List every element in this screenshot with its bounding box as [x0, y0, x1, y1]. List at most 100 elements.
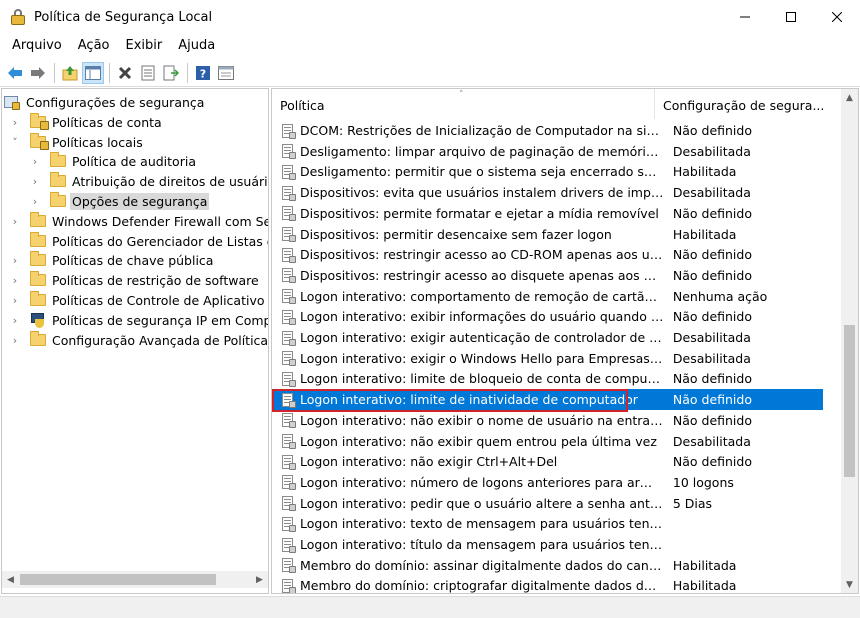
tree-item-security-options[interactable]: › Opções de segurança [28, 191, 210, 211]
table-row[interactable]: Logon interativo: não exigir Ctrl+Alt+De… [272, 451, 823, 472]
security-setting: Não definido [672, 392, 752, 408]
policy-setting-icon [280, 164, 296, 180]
menu-acao[interactable]: Ação [70, 36, 118, 56]
tree-horizontal-scrollbar[interactable]: ◀ ▶ [2, 571, 268, 588]
table-row[interactable]: Logon interativo: exigir autenticação de… [272, 327, 823, 348]
menu-arquivo[interactable]: Arquivo [4, 36, 70, 56]
folder-icon [50, 192, 66, 207]
chevron-right-icon[interactable]: › [8, 273, 22, 287]
properties-button[interactable] [137, 62, 159, 84]
table-row[interactable]: Logon interativo: pedir que o usuário al… [272, 493, 823, 514]
policy-name: Desligamento: permitir que o sistema sej… [300, 164, 664, 180]
chevron-right-icon[interactable]: › [8, 293, 22, 307]
table-row[interactable]: Membro do domínio: criptografar digitalm… [272, 575, 823, 593]
policy-name: Logon interativo: texto de mensagem para… [300, 516, 664, 532]
minimize-button[interactable] [722, 0, 768, 34]
back-button[interactable] [4, 62, 26, 84]
scroll-down-icon[interactable]: ▼ [841, 576, 858, 593]
console-tree-button[interactable] [215, 62, 237, 84]
table-row[interactable]: Logon interativo: título da mensagem par… [272, 534, 823, 555]
policy-list-pane: ˄ Política Configuração de segura... DCO… [271, 88, 859, 594]
table-row[interactable]: Logon interativo: comportamento de remoç… [272, 286, 823, 307]
properties-icon [141, 65, 155, 80]
tree-item-account-policies[interactable]: › Políticas de conta [8, 112, 164, 132]
tree-item-audit-policy[interactable]: › Política de auditoria [28, 151, 198, 171]
chevron-right-icon[interactable]: › [8, 214, 22, 228]
column-header-policy[interactable]: ˄ Política [272, 89, 655, 119]
maximize-button[interactable] [768, 0, 814, 34]
table-row[interactable]: Logon interativo: exibir informações do … [272, 306, 823, 327]
tree-item-security-settings[interactable]: Configurações de segurança [4, 92, 206, 112]
column-header-label: Configuração de segura... [663, 98, 825, 113]
tree-item-advanced-audit[interactable]: › Configuração Avançada de Política de [8, 330, 268, 350]
table-row[interactable]: Logon interativo: exigir o Windows Hello… [272, 348, 823, 369]
table-row[interactable]: Logon interativo: não exibir quem entrou… [272, 431, 823, 452]
tree-item-network-list-policies[interactable]: Políticas do Gerenciador de Listas de I [8, 231, 268, 251]
chevron-right-icon[interactable]: › [8, 115, 22, 129]
policy-setting-icon [280, 495, 296, 512]
folder-icon [30, 251, 46, 266]
scroll-up-icon[interactable]: ▲ [841, 89, 858, 106]
column-header-label: Política [280, 98, 325, 113]
table-row[interactable]: Membro do domínio: assinar digitalmente … [272, 555, 823, 576]
show-hide-tree-button[interactable] [82, 61, 104, 84]
tree-item-public-key-policies[interactable]: › Políticas de chave pública [8, 250, 215, 270]
table-row[interactable]: DCOM: Restrições de Inicialização de Com… [272, 120, 823, 141]
table-row[interactable]: Dispositivos: permite formatar e ejetar … [272, 203, 823, 224]
tree-item-application-control[interactable]: › Políticas de Controle de Aplicativo [8, 290, 267, 310]
menu-exibir[interactable]: Exibir [118, 36, 171, 56]
maximize-icon [786, 12, 796, 22]
tree-item-ip-security[interactable]: › Políticas de segurança IP em Comput [8, 310, 268, 330]
table-row[interactable]: Logon interativo: limite de inatividade … [272, 389, 823, 411]
policy-setting-icon [280, 185, 296, 201]
list-vertical-scrollbar[interactable]: ▲ ▼ [841, 89, 858, 593]
scrollbar-thumb[interactable] [20, 574, 216, 585]
tree-item-label: Políticas de Controle de Aplicativo [52, 292, 265, 308]
help-button[interactable]: ? [192, 62, 214, 84]
tree-item-label: Configurações de segurança [26, 94, 205, 110]
export-list-button[interactable] [160, 62, 182, 84]
tree-item-defender-firewall[interactable]: › Windows Defender Firewall com Segu [8, 211, 269, 231]
close-button[interactable] [814, 0, 860, 34]
tree-item-user-rights[interactable]: › Atribuição de direitos de usuário [28, 171, 268, 191]
table-row[interactable]: Logon interativo: não exibir o nome de u… [272, 410, 823, 431]
delete-button[interactable] [114, 62, 136, 84]
table-row[interactable]: Dispositivos: permitir desencaixe sem fa… [272, 224, 823, 245]
sort-up-icon: ˄ [459, 90, 464, 100]
scroll-left-icon[interactable]: ◀ [2, 571, 19, 588]
column-header-setting[interactable]: Configuração de segura... [655, 89, 825, 119]
lock-app-icon [10, 9, 26, 25]
security-setting: Não definido [672, 205, 752, 221]
forward-button[interactable] [27, 62, 49, 84]
chevron-right-icon[interactable]: › [8, 333, 22, 347]
policy-name: Logon interativo: pedir que o usuário al… [300, 495, 664, 511]
toolbar: ? [0, 59, 860, 87]
table-row[interactable]: Dispositivos: restringir acesso ao CD-RO… [272, 244, 823, 265]
chevron-right-icon[interactable]: › [8, 253, 22, 267]
table-row[interactable]: Logon interativo: número de logons anter… [272, 472, 823, 493]
locked-folder-icon [30, 113, 49, 130]
tree-item-local-policies[interactable]: ˅ Políticas locais [8, 132, 145, 152]
up-folder-button[interactable] [59, 62, 81, 84]
security-settings-icon [4, 94, 20, 110]
policy-setting-icon [280, 205, 296, 222]
policy-setting-icon [280, 123, 296, 139]
tree-item-software-restriction[interactable]: › Políticas de restrição de software [8, 270, 261, 290]
table-row[interactable]: Dispositivos: evita que usuários instale… [272, 182, 823, 203]
table-row[interactable]: Desligamento: limpar arquivo de paginaçã… [272, 141, 823, 162]
table-row[interactable]: Logon interativo: limite de bloqueio de … [272, 368, 823, 389]
table-row[interactable]: Desligamento: permitir que o sistema sej… [272, 161, 823, 182]
menu-ajuda[interactable]: Ajuda [170, 36, 223, 56]
chevron-right-icon[interactable]: › [28, 194, 42, 208]
scroll-right-icon[interactable]: ▶ [251, 571, 268, 588]
chevron-right-icon[interactable]: › [28, 174, 42, 188]
tree-item-label: Windows Defender Firewall com Segu [52, 213, 269, 229]
chevron-right-icon[interactable]: › [28, 154, 42, 168]
table-row[interactable]: Logon interativo: texto de mensagem para… [272, 513, 823, 534]
chevron-right-icon[interactable]: › [8, 313, 22, 327]
table-row[interactable]: Dispositivos: restringir acesso ao disqu… [272, 265, 823, 286]
chevron-down-icon[interactable]: ˅ [8, 135, 22, 149]
scrollbar-thumb[interactable] [844, 325, 855, 477]
back-arrow-icon [8, 66, 22, 79]
policy-name: Logon interativo: limite de inatividade … [300, 392, 638, 408]
